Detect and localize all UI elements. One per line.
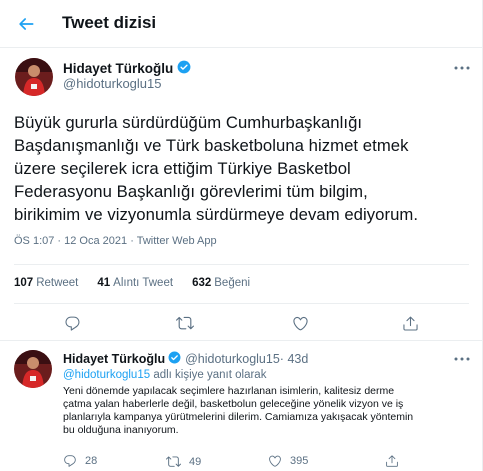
- likes-label: Beğeni: [214, 277, 251, 289]
- back-button[interactable]: [11, 9, 41, 39]
- retweet-count: 49: [189, 455, 202, 468]
- tweet-thread-page: Tweet dizisi Hidayet Türkoğlu @hidoturko…: [0, 0, 483, 471]
- author-name[interactable]: Hidayet Türkoğlu: [63, 60, 191, 77]
- reply-actions: 28 49 395: [63, 454, 463, 470]
- reply-retweet-button[interactable]: 49: [166, 454, 201, 469]
- like-count: 395: [290, 455, 309, 467]
- reply-like-button[interactable]: 395: [268, 454, 308, 468]
- replying-to: @hidoturkoglu15 adlı kişiye yanıt olarak: [63, 369, 266, 381]
- like-icon: [292, 316, 308, 330]
- reply-time[interactable]: 43d: [280, 352, 308, 366]
- reply-author-avatar[interactable]: [14, 350, 52, 388]
- like-button[interactable]: [290, 313, 310, 333]
- verified-badge-icon: [168, 351, 181, 367]
- reply-text: Yeni dönemde yapılacak seçimlere hazırla…: [63, 385, 414, 436]
- quotes-label: Alıntı Tweet: [113, 277, 174, 289]
- avatar-image: [15, 58, 53, 96]
- more-button[interactable]: [452, 60, 472, 76]
- like-icon: [269, 455, 281, 467]
- avatar-image: [14, 350, 52, 388]
- verified-badge-icon: [177, 60, 191, 77]
- retweets-stat[interactable]: 107 Retweet: [14, 277, 78, 289]
- author-avatar[interactable]: [15, 58, 53, 96]
- reply-reply-button[interactable]: 28: [63, 454, 97, 468]
- reply-to-mention[interactable]: @hidoturkoglu15: [63, 369, 150, 381]
- share-button[interactable]: [400, 313, 420, 333]
- likes-count: 632: [192, 277, 212, 289]
- share-icon: [402, 316, 418, 331]
- author-name-text: Hidayet Türkoğlu: [63, 61, 174, 76]
- back-arrow-icon: [19, 18, 34, 30]
- retweet-icon: [176, 316, 194, 330]
- tweet-actions: [0, 313, 482, 333]
- likes-stat[interactable]: 632 Beğeni: [192, 277, 250, 289]
- tweet-source[interactable]: Twitter Web App: [127, 235, 216, 247]
- reply-header: Hidayet Türkoğlu @hidoturkoglu15 43d: [63, 351, 308, 367]
- more-icon: [454, 357, 470, 361]
- retweet-button[interactable]: [175, 313, 195, 333]
- header: Tweet dizisi: [0, 0, 482, 48]
- reply-author-handle[interactable]: @hidoturkoglu15: [185, 352, 280, 366]
- reply-icon: [64, 455, 76, 467]
- author-handle[interactable]: @hidoturkoglu15: [63, 76, 161, 91]
- tweet-time[interactable]: ÖS 1:07: [14, 235, 54, 247]
- reply-to-suffix: adlı kişiye yanıt olarak: [150, 369, 267, 381]
- retweets-label: Retweet: [36, 277, 79, 289]
- tweet-stats: 107 Retweet 41 Alıntı Tweet 632 Beğeni: [14, 277, 250, 289]
- page-title: Tweet dizisi: [62, 13, 157, 32]
- reply-button[interactable]: [62, 313, 82, 333]
- share-icon: [386, 455, 398, 467]
- reply-author-name[interactable]: Hidayet Türkoğlu: [63, 352, 165, 366]
- tweet-text: Büyük gururla sürdürdüğüm Cumhurbaşkanlı…: [14, 113, 419, 224]
- retweets-count: 107: [14, 277, 34, 289]
- tweet-date[interactable]: 12 Oca 2021: [54, 235, 127, 247]
- divider: [14, 303, 469, 304]
- quotes-count: 41: [97, 277, 111, 289]
- divider: [0, 340, 482, 341]
- retweet-icon: [166, 456, 181, 467]
- reply-count: 28: [85, 455, 98, 467]
- reply-more-button[interactable]: [452, 351, 472, 367]
- divider: [14, 264, 469, 265]
- reply-icon: [64, 316, 79, 331]
- tweet-meta: ÖS 1:0712 Oca 2021Twitter Web App: [14, 235, 217, 247]
- more-icon: [454, 66, 470, 70]
- quotes-stat[interactable]: 41 Alıntı Tweet: [97, 277, 173, 289]
- reply-share-button[interactable]: [385, 454, 399, 468]
